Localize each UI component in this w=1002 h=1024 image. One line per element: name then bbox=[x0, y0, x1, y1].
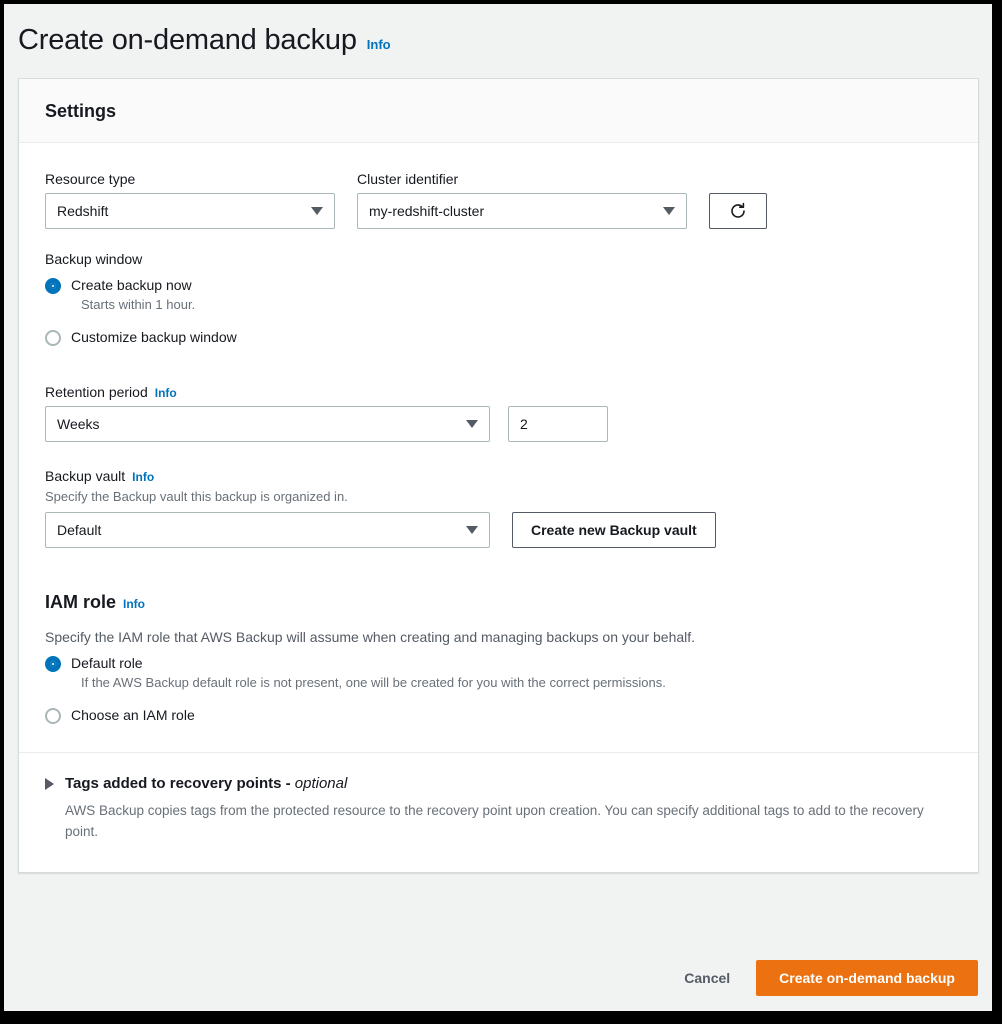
resource-type-label: Resource type bbox=[45, 171, 335, 187]
backup-vault-description: Specify the Backup vault this backup is … bbox=[45, 489, 952, 504]
page-info-link[interactable]: Info bbox=[367, 37, 391, 52]
radio-customize-backup-window[interactable]: Customize backup window bbox=[45, 328, 952, 346]
form-footer: Cancel Create on-demand backup bbox=[4, 944, 992, 1011]
radio-default-role-sub: If the AWS Backup default role is not pr… bbox=[81, 674, 952, 692]
radio-create-backup-now[interactable]: Create backup now bbox=[45, 276, 952, 294]
radio-label: Create backup now bbox=[71, 276, 192, 294]
backup-vault-value: Default bbox=[57, 522, 101, 538]
resource-type-value: Redshift bbox=[57, 203, 108, 219]
create-new-backup-vault-button[interactable]: Create new Backup vault bbox=[512, 512, 716, 548]
iam-role-section: IAM role Info Specify the IAM role that … bbox=[45, 592, 952, 724]
chevron-down-icon bbox=[466, 526, 478, 534]
cluster-identifier-select[interactable]: my-redshift-cluster bbox=[357, 193, 687, 229]
backup-window-radio-group: Create backup now Starts within 1 hour. … bbox=[45, 276, 952, 346]
retention-period-controls: Weeks bbox=[45, 406, 952, 442]
backup-window-label: Backup window bbox=[45, 251, 952, 267]
radio-mark-selected-icon bbox=[45, 656, 61, 672]
page-header: Create on-demand backup Info bbox=[4, 4, 992, 57]
iam-role-heading: IAM role bbox=[45, 592, 116, 613]
radio-label: Choose an IAM role bbox=[71, 706, 195, 724]
chevron-down-icon bbox=[311, 207, 323, 215]
refresh-icon bbox=[728, 201, 748, 221]
create-on-demand-backup-button[interactable]: Create on-demand backup bbox=[756, 960, 978, 996]
radio-create-backup-now-sub: Starts within 1 hour. bbox=[81, 296, 952, 314]
page-title: Create on-demand backup bbox=[18, 24, 357, 57]
resource-type-field: Resource type Redshift bbox=[45, 171, 335, 229]
retention-amount-input[interactable] bbox=[508, 406, 608, 442]
cancel-button[interactable]: Cancel bbox=[668, 970, 746, 986]
backup-vault-controls: Default Create new Backup vault bbox=[45, 512, 952, 548]
iam-role-info-link[interactable]: Info bbox=[123, 597, 145, 611]
radio-label: Customize backup window bbox=[71, 328, 237, 346]
tags-expandable-title: Tags added to recovery points - optional bbox=[65, 775, 347, 792]
chevron-down-icon bbox=[663, 207, 675, 215]
retention-period-label: Retention period bbox=[45, 384, 148, 400]
radio-mark-unselected-icon bbox=[45, 330, 61, 346]
backup-vault-info-link[interactable]: Info bbox=[132, 470, 154, 484]
chevron-right-icon bbox=[45, 778, 54, 790]
backup-vault-field: Backup vault Info Specify the Backup vau… bbox=[45, 468, 952, 548]
tags-title-text: Tags added to recovery points - bbox=[65, 775, 295, 792]
backup-window-field: Backup window Create backup now Starts w… bbox=[45, 251, 952, 346]
iam-role-radio-group: Default role If the AWS Backup default r… bbox=[45, 654, 952, 724]
cluster-identifier-label: Cluster identifier bbox=[357, 171, 687, 187]
resource-type-select[interactable]: Redshift bbox=[45, 193, 335, 229]
radio-default-role[interactable]: Default role bbox=[45, 654, 952, 672]
refresh-button[interactable] bbox=[709, 193, 767, 229]
settings-card-body: Resource type Redshift Cluster identifie… bbox=[19, 143, 978, 872]
resource-row: Resource type Redshift Cluster identifie… bbox=[45, 171, 952, 229]
backup-vault-label: Backup vault bbox=[45, 468, 125, 484]
retention-period-info-link[interactable]: Info bbox=[155, 386, 177, 400]
tags-expandable-description: AWS Backup copies tags from the protecte… bbox=[65, 800, 952, 842]
cluster-identifier-value: my-redshift-cluster bbox=[369, 203, 484, 219]
settings-heading: Settings bbox=[45, 101, 952, 122]
tags-expandable-section: Tags added to recovery points - optional… bbox=[45, 753, 952, 864]
radio-choose-iam-role[interactable]: Choose an IAM role bbox=[45, 706, 952, 724]
tags-expandable-toggle[interactable]: Tags added to recovery points - optional bbox=[45, 775, 952, 792]
settings-card: Settings Resource type Redshift Cluster … bbox=[18, 78, 979, 873]
iam-role-heading-wrap: IAM role Info bbox=[45, 592, 952, 613]
retention-unit-select[interactable]: Weeks bbox=[45, 406, 490, 442]
cluster-identifier-field: Cluster identifier my-redshift-cluster bbox=[357, 171, 687, 229]
app-screen: Create on-demand backup Info Settings Re… bbox=[4, 4, 992, 1011]
backup-vault-select[interactable]: Default bbox=[45, 512, 490, 548]
tags-title-optional: optional bbox=[295, 775, 348, 792]
radio-mark-unselected-icon bbox=[45, 708, 61, 724]
iam-role-description: Specify the IAM role that AWS Backup wil… bbox=[45, 629, 952, 645]
retention-unit-value: Weeks bbox=[57, 416, 100, 432]
radio-mark-selected-icon bbox=[45, 278, 61, 294]
radio-label: Default role bbox=[71, 654, 143, 672]
chevron-down-icon bbox=[466, 420, 478, 428]
settings-card-header: Settings bbox=[19, 79, 978, 143]
retention-period-field: Retention period Info Weeks bbox=[45, 384, 952, 442]
